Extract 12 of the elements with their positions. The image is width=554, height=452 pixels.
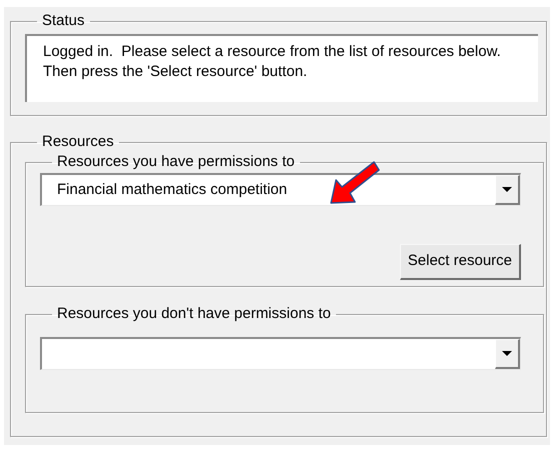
status-message-box: Logged in. Please select a resource from the list of resources below. Then press the 'Select resource' button. — [25, 34, 538, 102]
caret-icon — [502, 351, 512, 356]
dropdown-button[interactable] — [495, 175, 520, 205]
resource-dropdown[interactable]: Financial mathematics competition — [40, 173, 521, 206]
select-resource-button[interactable]: Select resource — [400, 244, 521, 280]
dropdown-button[interactable] — [495, 339, 520, 369]
section-title: Resources — [41, 133, 115, 151]
group-title: Resources you don't have permissions to — [56, 305, 332, 323]
group-title: Resources you have permissions to — [56, 153, 296, 171]
caret-icon — [502, 187, 512, 192]
pointer-arrow — [329, 160, 381, 205]
section-title: Status — [41, 12, 86, 30]
